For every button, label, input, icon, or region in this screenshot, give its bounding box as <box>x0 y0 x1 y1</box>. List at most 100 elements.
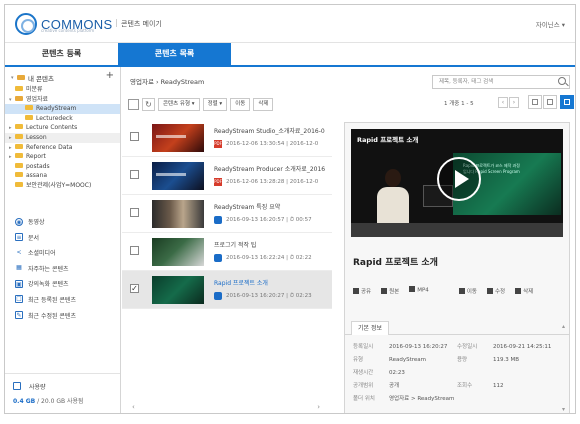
user-menu[interactable]: 자이닌스 ▾ <box>536 19 565 29</box>
menu-item-lecture-recording[interactable]: ▣ 강의녹화 콘텐츠 <box>5 277 120 293</box>
commons-logo[interactable]: COMMONS creative contents platform <box>15 13 112 35</box>
item-title[interactable]: ReadyStream Studio_소개자료_2016-0 <box>214 126 326 135</box>
row-checkbox[interactable] <box>130 132 139 141</box>
info-row: 공개범위 공개 조회수 112 <box>353 380 565 393</box>
vertical-scrollbar[interactable]: ▴ ▾ <box>562 323 568 413</box>
item-title[interactable]: 프로그기 적작 팁 <box>214 240 326 249</box>
action-label: 이동 <box>466 289 477 295</box>
tab-content-list[interactable]: 콘텐츠 목록 <box>118 43 231 65</box>
row-checkbox[interactable] <box>130 208 139 217</box>
share-action[interactable]: 공유 <box>353 287 371 295</box>
menu-item-label: 문서 <box>28 234 40 242</box>
list-item[interactable]: ReadyStream Studio_소개자료_2016-0 PDF 2016-1… <box>122 119 332 157</box>
content-type-dropdown[interactable]: 콘텐츠 유형 ▾ <box>158 97 200 111</box>
calendar-icon: ☐ <box>15 295 23 304</box>
tree-item-sales[interactable]: ▾ 영업자료 <box>5 95 120 105</box>
app-window: COMMONS creative contents platform | 콘텐츠… <box>4 4 576 414</box>
tree-item-lecturedeck[interactable]: Lecturedeck <box>5 114 120 124</box>
folder-icon <box>15 133 23 139</box>
search-icon[interactable] <box>558 77 566 85</box>
play-button-icon[interactable] <box>437 157 481 201</box>
select-all-checkbox[interactable] <box>128 98 139 110</box>
row-checkbox[interactable] <box>130 170 139 179</box>
tree-item-assana[interactable]: assana <box>5 171 120 181</box>
detail-view-button[interactable] <box>560 95 574 109</box>
pager-text: 1 개중 1 - 5 <box>444 101 474 107</box>
search-input[interactable]: 제목, 등록자, 태그 검색 <box>432 75 570 89</box>
thumbnail[interactable] <box>152 238 204 266</box>
pdf-icon: PDF <box>214 178 222 186</box>
storage-used: 0.4 GB <box>13 398 36 405</box>
folder-icon <box>15 143 23 149</box>
next-page-button[interactable]: › <box>509 97 519 108</box>
video-player[interactable]: Rapid 프로젝트 소개 Rapid 프로젝트가 코스 제작 과정입니다 Ra… <box>351 129 563 237</box>
row-checkbox[interactable]: ✓ <box>130 284 139 293</box>
list-view-button[interactable] <box>528 95 542 109</box>
menu-item-document[interactable]: ≡ 문서 <box>5 231 120 247</box>
info-value: ReadyStream <box>389 357 426 363</box>
row-checkbox[interactable] <box>130 246 139 255</box>
refresh-icon[interactable]: ↻ <box>142 97 155 111</box>
prev-page-button[interactable]: ‹ <box>498 97 508 108</box>
tree-item-lecture-contents[interactable]: ▸ Lecture Contents <box>5 123 120 133</box>
info-value: 영업자료 > ReadyStream <box>389 396 455 402</box>
delete-action[interactable]: 삭제 <box>515 287 533 295</box>
scroll-down-icon[interactable]: ▾ <box>562 406 565 413</box>
tab-basic-info[interactable]: 기본 정보 <box>351 321 389 335</box>
tree-item-uncategorized[interactable]: 미분류 <box>5 85 120 95</box>
list-item[interactable]: ReadyStream 특징 요약 2016-09-13 16:20:57 | … <box>122 195 332 233</box>
menu-item-video[interactable]: ◉ 동영상 <box>5 215 120 231</box>
tree-item-lesson[interactable]: ▸ Lesson <box>5 132 120 143</box>
logo-icon <box>15 13 37 35</box>
delete-button[interactable]: 삭제 <box>253 97 274 111</box>
scroll-right-icon[interactable]: › <box>317 403 320 411</box>
action-label: MP4 <box>417 287 429 294</box>
download-action[interactable]: 원본 <box>381 287 399 295</box>
folder-tree: 미분류 ▾ 영업자료 ReadyStream Lecturedeck ▸ Lectu… <box>5 85 120 191</box>
scroll-left-icon[interactable]: ‹ <box>132 403 135 411</box>
list-item[interactable]: ✓ Rapid 프로젝트 소개 2016-09-13 16:20:27 | ⏱ … <box>122 271 332 309</box>
detail-actions: 공유 원본 MP4 이동 수정 삭제 <box>353 286 565 295</box>
title-separator: | <box>115 18 118 27</box>
thumbnail[interactable] <box>152 162 204 190</box>
mp4-action[interactable]: MP4 <box>409 286 429 295</box>
tree-item-readystream[interactable]: ReadyStream <box>5 104 120 114</box>
item-meta-text: 2016-12-06 13:30:54 | 2016-12-0 <box>226 141 319 147</box>
move-button[interactable]: 이동 <box>230 97 251 111</box>
thumbnail[interactable] <box>152 200 204 228</box>
grid-view-button[interactable] <box>543 95 557 109</box>
tree-root[interactable]: ▾ 내 콘텐츠 <box>11 73 54 83</box>
sort-dropdown[interactable]: 정렬 ▾ <box>202 97 228 111</box>
tree-item-label: Lecturedeck <box>36 114 73 122</box>
info-key: 수정일시 <box>457 344 478 350</box>
item-title[interactable]: ReadyStream 특징 요약 <box>214 202 326 211</box>
menu-item-frequent[interactable]: ▦ 자주하는 콘텐츠 <box>5 262 120 278</box>
tree-item-reference-data[interactable]: ▸ Reference Data <box>5 143 120 153</box>
list-item[interactable]: 프로그기 적작 팁 2016-09-13 16:22:24 | ⏱ 02:22 <box>122 233 332 271</box>
item-title[interactable]: Rapid 프로젝트 소개 <box>214 278 326 287</box>
item-title[interactable]: ReadyStream Producer 소개자료_2016 <box>214 164 326 173</box>
tree-item-report[interactable]: ▸ Report <box>5 152 120 162</box>
item-meta: 2016-09-13 16:20:27 | ⏱ 02:23 <box>214 292 312 300</box>
move-action[interactable]: 이동 <box>458 287 477 295</box>
menu-item-label: 강의녹화 콘텐츠 <box>28 281 69 289</box>
menu-item-recent-modified[interactable]: ✎ 최근 수정된 콘텐츠 <box>5 309 120 325</box>
share-icon <box>353 287 359 294</box>
main-tabs: 콘텐츠 등록 콘텐츠 목록 <box>5 43 575 67</box>
add-folder-button[interactable]: + <box>106 70 114 81</box>
menu-item-social[interactable]: < 소셜미디어 <box>5 246 120 262</box>
tree-item-security[interactable]: 보안관제(사업Y=MOOC) <box>5 181 120 191</box>
tab-register[interactable]: 콘텐츠 등록 <box>5 43 118 65</box>
thumbnail[interactable] <box>152 276 204 304</box>
horizontal-scrollbar[interactable]: ‹ › <box>126 403 326 413</box>
folder-icon <box>15 124 23 130</box>
tree-item-postads[interactable]: postads <box>5 162 120 172</box>
thumbnail[interactable] <box>152 124 204 152</box>
scroll-up-icon[interactable]: ▴ <box>562 323 565 330</box>
folder-icon <box>15 172 23 178</box>
menu-item-recent-registered[interactable]: ☐ 최근 등록된 콘텐츠 <box>5 293 120 309</box>
list-item[interactable]: ReadyStream Producer 소개자료_2016 PDF 2016-1… <box>122 157 332 195</box>
recording-icon: ▣ <box>15 279 23 288</box>
folder-icon <box>15 181 23 187</box>
edit-action[interactable]: 수정 <box>486 287 505 295</box>
